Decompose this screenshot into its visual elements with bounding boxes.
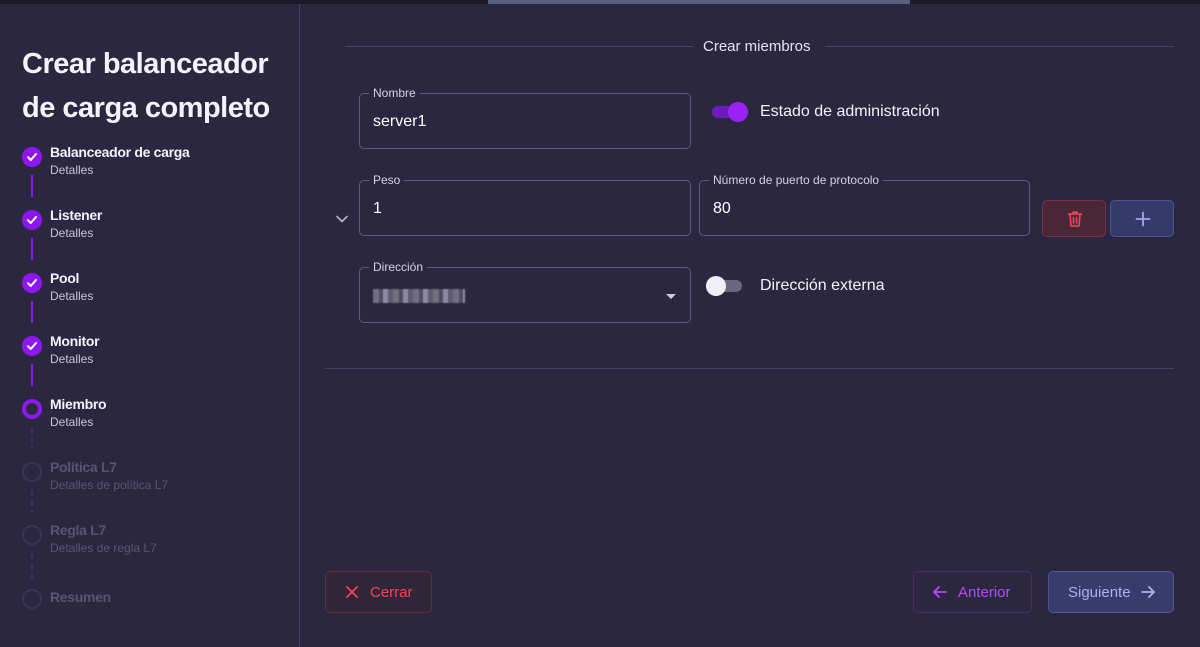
step-label: Listener — [50, 207, 103, 223]
pending-step-icon — [22, 462, 42, 482]
member-form: Crear miembros Nombre server1 Estado de … — [301, 4, 1200, 647]
puerto-field[interactable]: Número de puerto de protocolo 80 — [699, 173, 1030, 236]
nombre-value: server1 — [373, 113, 427, 130]
wizard-steps: Balanceador de carga Detalles Listener D… — [0, 4, 300, 647]
nombre-field[interactable]: Nombre server1 — [359, 86, 691, 149]
step-sublabel: Detalles — [50, 415, 94, 429]
step-label: Monitor — [50, 333, 100, 349]
step-monitor[interactable]: Monitor Detalles — [22, 333, 292, 375]
puerto-label: Número de puerto de protocolo — [709, 173, 884, 187]
step-sublabel: Detalles de política L7 — [50, 478, 169, 492]
peso-value: 1 — [373, 200, 382, 217]
direccion-select[interactable]: Dirección — [359, 260, 691, 323]
step-label: Resumen — [50, 589, 111, 605]
plus-icon — [1135, 211, 1151, 227]
peso-label: Peso — [369, 173, 405, 187]
pending-step-icon — [22, 589, 42, 609]
check-icon — [22, 273, 42, 293]
delete-member-button[interactable] — [1042, 200, 1106, 237]
step-sublabel: Detalles — [50, 352, 94, 366]
step-label: Miembro — [50, 396, 107, 412]
close-button[interactable]: Cerrar — [325, 571, 432, 613]
step-sublabel: Detalles — [50, 226, 94, 240]
step-label: Regla L7 — [50, 522, 106, 538]
external-address-label: Dirección externa — [760, 277, 885, 294]
next-button[interactable]: Siguiente — [1048, 571, 1174, 613]
arrow-left-icon — [933, 586, 947, 598]
chevron-down-icon[interactable] — [335, 214, 349, 224]
step-label: Política L7 — [50, 459, 117, 475]
admin-state-label: Estado de administración — [760, 103, 940, 120]
caret-down-icon — [666, 294, 676, 299]
step-resumen[interactable]: Resumen — [22, 588, 292, 628]
current-step-icon — [22, 399, 42, 419]
step-pool[interactable]: Pool Detalles — [22, 270, 292, 312]
check-icon — [22, 210, 42, 230]
form-divider — [325, 368, 1174, 369]
next-button-label: Siguiente — [1068, 584, 1131, 601]
step-label: Balanceador de carga — [50, 144, 190, 160]
section-divider — [345, 46, 693, 47]
step-politica-l7[interactable]: Política L7 Detalles de política L7 — [22, 459, 292, 501]
previous-button-label: Anterior — [958, 584, 1011, 601]
peso-field[interactable]: Peso 1 — [359, 173, 691, 236]
toggle-knob — [706, 276, 726, 296]
step-listener[interactable]: Listener Detalles — [22, 207, 292, 249]
arrow-right-icon — [1141, 586, 1155, 598]
step-regla-l7[interactable]: Regla L7 Detalles de regla L7 — [22, 522, 292, 564]
step-sublabel: Detalles — [50, 163, 94, 177]
section-divider — [825, 46, 1174, 47]
pending-step-icon — [22, 525, 42, 545]
puerto-value: 80 — [713, 200, 731, 217]
close-icon — [346, 586, 358, 598]
admin-state-toggle[interactable] — [710, 101, 748, 123]
redacted-address — [373, 289, 465, 303]
check-icon — [22, 147, 42, 167]
step-balanceador[interactable]: Balanceador de carga Detalles — [22, 144, 292, 186]
direccion-label: Dirección — [369, 260, 428, 274]
close-button-label: Cerrar — [370, 584, 413, 601]
step-label: Pool — [50, 270, 80, 286]
previous-button[interactable]: Anterior — [913, 571, 1032, 613]
trash-icon — [1067, 211, 1083, 227]
external-address-toggle[interactable] — [706, 275, 744, 297]
step-sublabel: Detalles de regla L7 — [50, 541, 157, 555]
check-icon — [22, 336, 42, 356]
step-miembro[interactable]: Miembro Detalles — [22, 396, 292, 438]
toggle-knob — [728, 102, 748, 122]
section-title: Crear miembros — [703, 38, 811, 55]
wizard-sidebar: Crear balanceador de carga completo Bala… — [0, 4, 300, 647]
add-member-button[interactable] — [1110, 200, 1174, 237]
nombre-label: Nombre — [369, 86, 420, 100]
step-sublabel: Detalles — [50, 289, 94, 303]
